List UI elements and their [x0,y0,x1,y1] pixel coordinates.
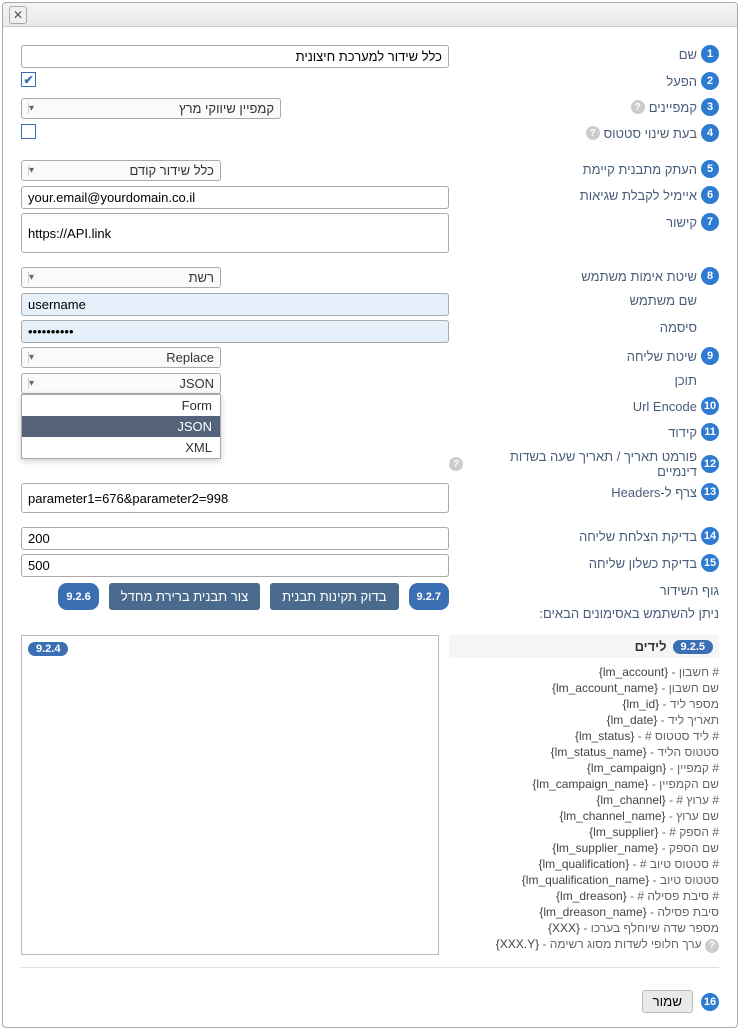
label-campaigns: קמפיינים [649,100,697,115]
fail-input[interactable] [21,554,449,577]
help-icon[interactable]: ? [449,457,463,471]
label-username: שם משתמש [630,293,698,308]
badge-926: 9.2.6 [58,583,98,610]
username-input[interactable] [21,293,449,316]
label-url-encode: Url Encode [633,399,697,414]
copy-template-value: כלל שידור קודם [129,163,214,178]
campaigns-select[interactable]: קמפיין שיווקי מרץ ▾ [21,98,281,119]
body-subtitle: ניתן להשתמש באסימונים הבאים: [539,606,719,621]
content-type-select[interactable]: ▾ JSON [21,373,221,394]
link-input[interactable] [21,213,449,253]
help-icon[interactable]: ? [705,939,719,953]
badge-11: 11 [701,423,719,441]
content-type-value: JSON [179,376,214,391]
auth-select[interactable]: רשת ▾ [21,267,221,288]
token-line: {lm_channel_name} - שם ערוץ [449,808,719,824]
label-status-change: בעת שינוי סטטוס [604,126,697,141]
token-line: {lm_account_name} - שם חשבון [449,680,719,696]
badge-10: 10 [701,397,719,415]
send-method-value: Replace [166,350,214,365]
content-type-dropdown: Form JSON XML [21,394,221,459]
token-line: {lm_account} - חשבון # [449,664,719,680]
token-line: {lm_qualification} - # סטטוס טיוב # [449,856,719,872]
badge-1: 1 [701,45,719,63]
chevron-down-icon: ▾ [28,272,40,283]
label-content: תוכן [674,373,697,388]
token-line: {lm_campaign} - קמפיין # [449,760,719,776]
chevron-down-icon: ▾ [28,352,40,363]
token-line: {lm_id} - מספר ליד [449,696,719,712]
label-password: סיסמה [660,320,697,335]
label-date-format: פורמט תאריך / תאריך שעה בשדות דינמיים [467,449,697,479]
badge-16: 16 [701,993,719,1011]
password-input[interactable] [21,320,449,343]
badge-15: 15 [701,554,719,572]
badge-8: 8 [701,267,719,285]
label-enable: הפעל [666,74,697,89]
badge-14: 14 [701,527,719,545]
body-title: גוף השידור [660,583,719,598]
token-line: {lm_status_name} - סטטוס הליד [449,744,719,760]
content-option-xml[interactable]: XML [22,437,220,458]
save-button[interactable]: שמור [642,990,693,1013]
label-fail: בדיקת כשלון שליחה [589,556,697,571]
validate-template-button[interactable]: בדוק תקינות תבנית [270,583,398,610]
auth-value: רשת [189,270,214,285]
token-line: {lm_dreason} - # סיבת פסילה # [449,888,719,904]
label-send-method: שיטת שליחה [627,349,697,364]
badge-924: 9.2.4 [28,642,68,656]
token-line: {XXX} - מספר שדה שיוחלף בערכו [449,920,719,936]
label-name: שם [679,47,697,62]
token-line: {XXX.Y} - ערך חלופי לשדות מסוג רשימה ? [449,936,719,954]
badge-3: 3 [701,98,719,116]
content-option-form[interactable]: Form [22,395,220,416]
enable-checkbox[interactable]: ✔ [21,72,36,87]
name-input[interactable] [21,45,449,68]
badge-9: 9 [701,347,719,365]
token-line: {lm_qualification_name} - סטטוס טיוב [449,872,719,888]
badge-925: 9.2.5 [673,640,713,654]
badge-4: 4 [701,124,719,142]
badge-12: 12 [701,455,719,473]
label-encoding: קידוד [668,425,697,440]
status-change-checkbox[interactable]: ✔ [21,124,36,139]
dialog-titlebar: ✕ [3,3,737,27]
badge-927: 9.2.7 [409,583,449,610]
label-auth: שיטת אימות משתמש [581,269,697,284]
headers-input[interactable] [21,483,449,513]
token-line: {lm_campaign_name} - שם הקמפיין [449,776,719,792]
token-line: {lm_status} - # ליד סטטוס # [449,728,719,744]
content-option-json[interactable]: JSON [22,416,220,437]
chevron-down-icon: ▾ [28,378,40,389]
token-line: {lm_channel} - # ערוץ # [449,792,719,808]
chevron-down-icon: ▾ [28,165,40,176]
badge-5: 5 [701,160,719,178]
token-line: {lm_supplier} - # הספק # [449,824,719,840]
label-success: בדיקת הצלחת שליחה [579,529,697,544]
badge-6: 6 [701,186,719,204]
label-error-email: איימיל לקבלת שגיאות [580,188,697,203]
label-headers: צרף ל-Headers [611,485,697,500]
token-line: {lm_dreason_name} - סיבת פסילה [449,904,719,920]
create-default-template-button[interactable]: צור תבנית ברירת מחדל [109,583,260,610]
error-email-input[interactable] [21,186,449,209]
label-link: קישור [666,215,697,230]
close-button[interactable]: ✕ [9,6,27,24]
badge-13: 13 [701,483,719,501]
campaigns-value: קמפיין שיווקי מרץ [179,101,274,116]
success-input[interactable] [21,527,449,550]
badge-7: 7 [701,213,719,231]
send-method-select[interactable]: ▾ Replace [21,347,221,368]
badge-2: 2 [701,72,719,90]
copy-template-select[interactable]: כלל שידור קודם ▾ [21,160,221,181]
help-icon[interactable]: ? [631,100,645,114]
template-editor[interactable]: 9.2.4 [21,635,439,955]
token-line: {lm_supplier_name} - שם הספק [449,840,719,856]
tokens-title: לידים [635,639,667,654]
label-copy-template: העתק מתבנית קיימת [583,162,697,177]
token-line: {lm_date} - תאריך ליד [449,712,719,728]
help-icon[interactable]: ? [586,126,600,140]
chevron-down-icon: ▾ [28,103,40,114]
